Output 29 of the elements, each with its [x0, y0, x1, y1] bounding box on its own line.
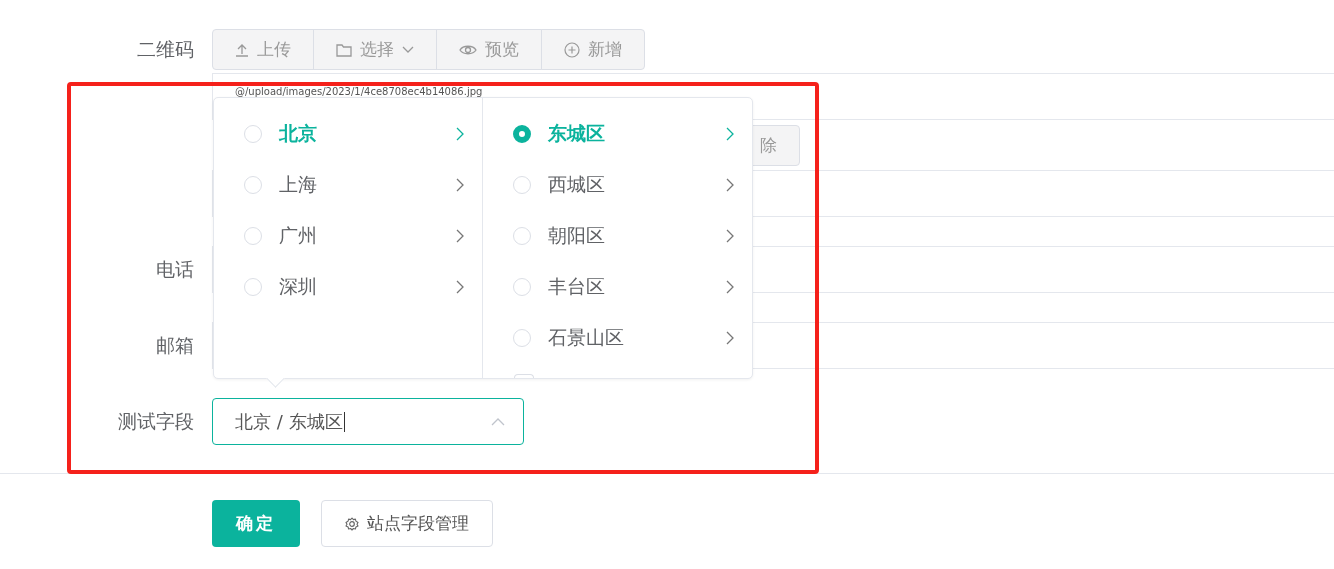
cascader-option[interactable]: 西城区: [483, 159, 752, 210]
chevron-right-icon: [456, 228, 464, 243]
chevron-right-icon: [456, 279, 464, 294]
cascader-select[interactable]: 北京 / 东城区: [212, 398, 524, 445]
chevron-right-icon: [456, 126, 464, 141]
gear-icon: [345, 516, 359, 531]
field-label: 邮箱: [156, 332, 194, 358]
cascader-option[interactable]: 丰台区: [483, 261, 752, 312]
add-circle-icon: [564, 41, 580, 58]
chevron-right-icon: [726, 126, 734, 141]
field-label: 电话: [156, 256, 194, 282]
cascader-option[interactable]: 上海: [214, 159, 482, 210]
radio-button[interactable]: [513, 124, 531, 143]
chevron-icon: [491, 417, 505, 426]
cascader-option[interactable]: 深圳: [214, 261, 482, 312]
cascader-option[interactable]: 石景山区: [483, 312, 752, 363]
upload-icon: [235, 42, 249, 57]
chevron-right-icon: [726, 177, 734, 192]
eye-icon: [459, 43, 477, 56]
chevron-right-icon: [726, 279, 734, 294]
chevron-right-icon: [726, 330, 734, 345]
field-label: 二维码: [137, 36, 194, 62]
chevron-right-icon: [726, 228, 734, 243]
chevron-right-icon: [456, 177, 464, 192]
folder-icon: [336, 42, 352, 57]
settings-button[interactable]: 站点字段管理: [321, 500, 493, 547]
cascader-option[interactable]: 朝阳区: [483, 210, 752, 261]
field-label: 测试字段: [118, 408, 194, 434]
cascader-option[interactable]: 广州: [214, 210, 482, 261]
